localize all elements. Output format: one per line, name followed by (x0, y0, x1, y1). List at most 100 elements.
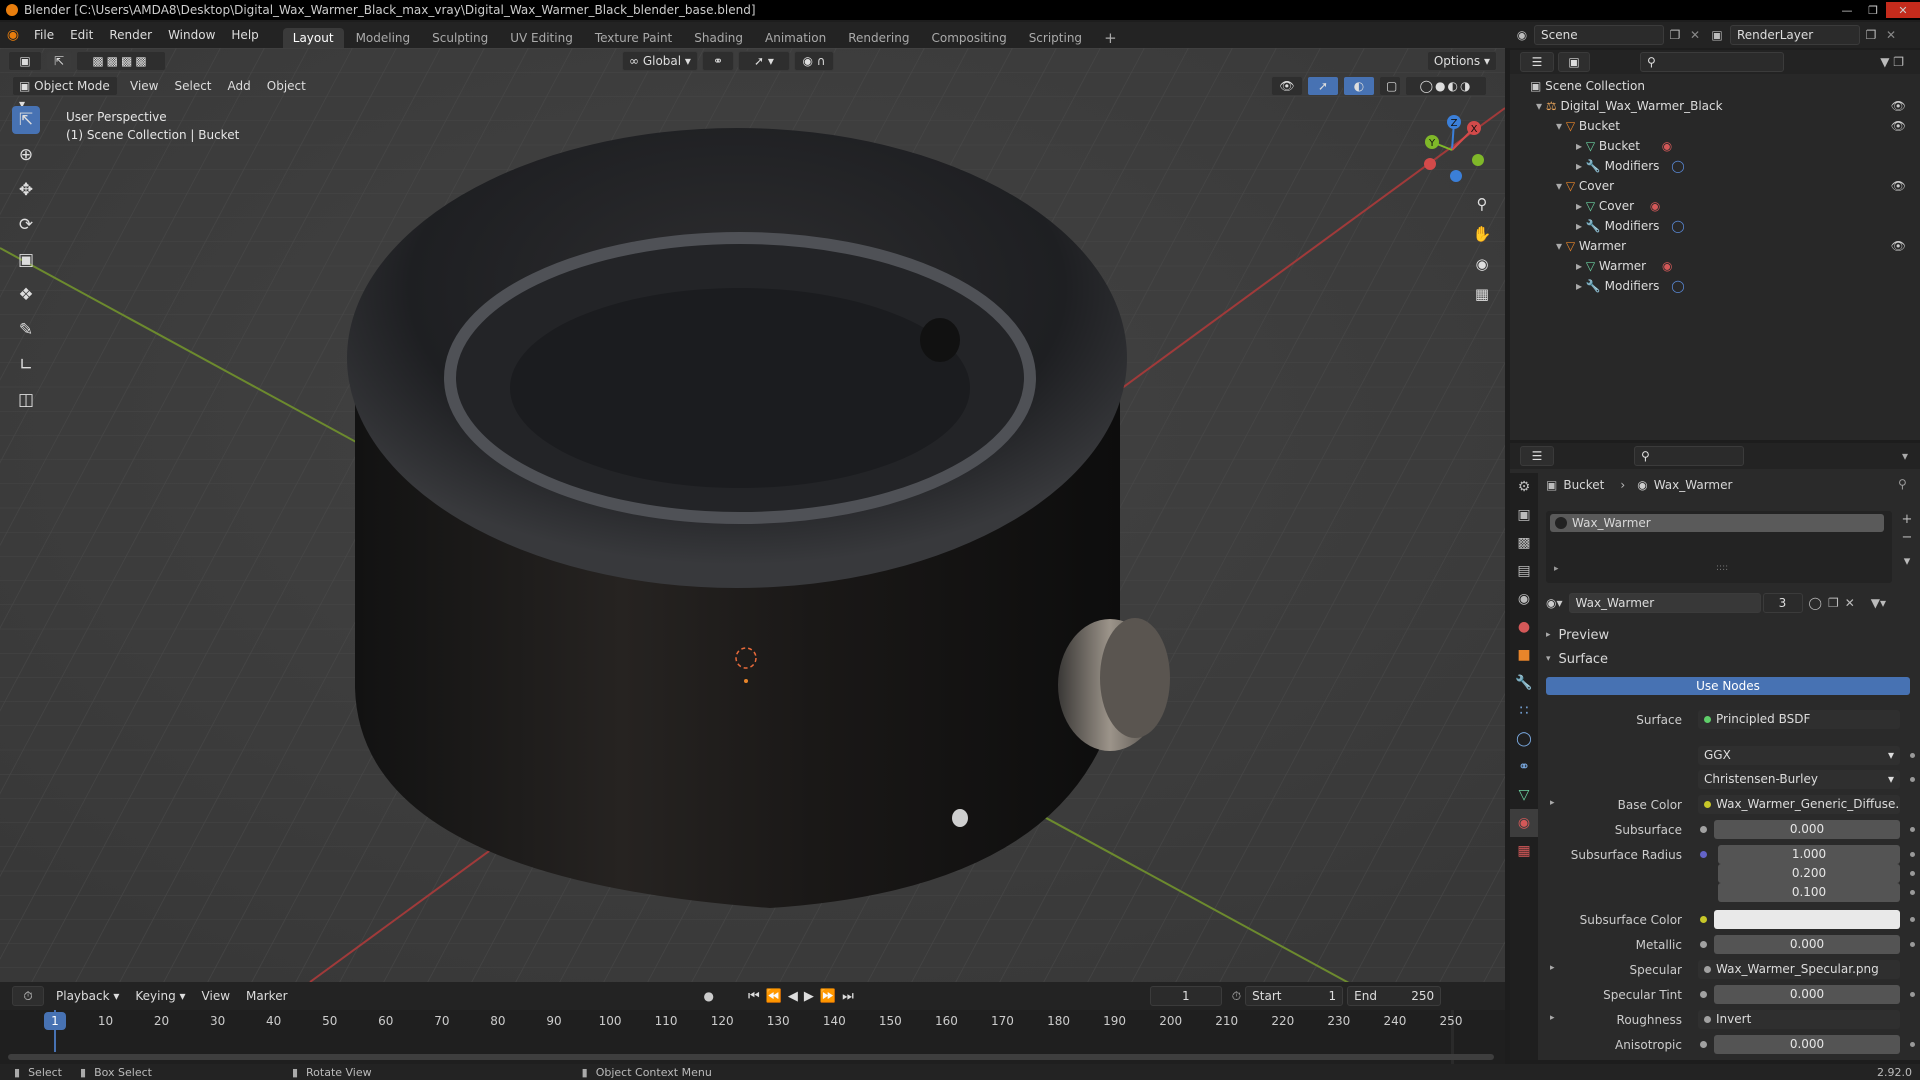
expand-arrow-icon[interactable]: ▾ (1556, 119, 1562, 133)
tab-modeling[interactable]: Modeling (346, 28, 421, 48)
playback-controls[interactable]: ⏮⏪◀▶⏩⏭ (748, 989, 860, 1004)
fake-user-icon[interactable]: ◯ (1809, 596, 1822, 610)
delete-layer-icon[interactable]: ✕ (1882, 28, 1900, 42)
eye-icon[interactable]: 👁 (1891, 176, 1906, 196)
zoom-icon[interactable]: ⚲ (1468, 190, 1496, 218)
transform-orientation-dropdown[interactable]: ∞ Global ▾ (622, 51, 698, 71)
outliner-root-row[interactable]: ▣ Scene Collection (1510, 76, 1920, 96)
metallic-field[interactable]: 0.000 (1714, 935, 1900, 954)
minimize-button[interactable]: — (1834, 2, 1860, 18)
unlink-material-icon[interactable]: ✕ (1845, 596, 1855, 610)
outliner-row[interactable]: ▾ ▽ Bucket 👁 (1510, 116, 1920, 136)
outliner-row[interactable]: ▸ 🔧 Modifiers ◯ (1510, 216, 1920, 236)
display-mode-icon[interactable]: ▣ (1558, 52, 1590, 72)
object-tab-icon[interactable]: ■ (1510, 641, 1538, 669)
render-tab-icon[interactable]: ▣ (1510, 501, 1538, 529)
eye-icon[interactable]: 👁 (1891, 116, 1906, 136)
move-tool-icon[interactable]: ✥ (12, 176, 40, 204)
keyframe-dot[interactable] (1910, 992, 1915, 997)
tab-rendering[interactable]: Rendering (838, 28, 919, 48)
tab-scripting[interactable]: Scripting (1019, 28, 1092, 48)
options-dropdown[interactable]: Options ▾ (1426, 51, 1497, 71)
subsurface-method-dropdown[interactable]: Christensen-Burley ▾ (1698, 770, 1900, 789)
tab-texture-paint[interactable]: Texture Paint (585, 28, 682, 48)
timeline-menu-keying[interactable]: Keying ▾ (127, 983, 193, 1009)
texture-tab-icon[interactable]: ▦ (1510, 837, 1538, 865)
select-tool-icon[interactable]: ⇱ (46, 51, 72, 71)
subsurface-radius-x-field[interactable]: 1.000 (1718, 845, 1900, 864)
pin-icon[interactable]: ⚲ (1898, 477, 1907, 491)
expand-arrow-icon[interactable]: ▾ (1556, 179, 1562, 193)
navigation-gizmo[interactable]: Z X Y (1412, 110, 1492, 190)
collapsed-arrow-icon[interactable]: ▸ (1576, 259, 1582, 273)
surface-panel-header[interactable]: ▾ Surface (1546, 649, 1608, 669)
material-tab-icon[interactable]: ◉ (1510, 809, 1538, 837)
collapsed-arrow-icon[interactable]: ▸ (1576, 219, 1582, 233)
scale-tool-icon[interactable]: ▣ (12, 246, 40, 274)
start-frame-field[interactable]: Start 1 (1245, 986, 1344, 1006)
current-frame-field[interactable]: 1 (1149, 986, 1222, 1006)
add-workspace-button[interactable]: + (1094, 28, 1127, 48)
snap-icon[interactable]: ➚ ▾ (738, 51, 790, 71)
outliner-row[interactable]: ▾ ▽ Warmer 👁 (1510, 236, 1920, 256)
transform-tool-icon[interactable]: ❖ (12, 281, 40, 309)
select-box-tool-icon[interactable]: ⇱ (12, 106, 40, 134)
surface-shader-field[interactable]: Principled BSDF (1698, 710, 1900, 729)
close-window-button[interactable]: ✕ (1886, 2, 1920, 18)
constraints-tab-icon[interactable]: ⚭ (1510, 753, 1538, 781)
keyframe-dot[interactable] (1910, 890, 1915, 895)
new-scene-icon[interactable]: ❐ (1664, 28, 1686, 42)
rotate-tool-icon[interactable]: ⟳ (12, 211, 40, 239)
eye-icon[interactable]: 👁 (1891, 236, 1906, 256)
physics-tab-icon[interactable]: ◯ (1510, 725, 1538, 753)
properties-editor-type-icon[interactable]: ☰ (1520, 446, 1554, 466)
record-keyframe-icon[interactable]: ● (704, 989, 714, 1003)
timeline-scrollbar[interactable] (8, 1054, 1494, 1060)
ortho-toggle-icon[interactable]: ▦ (1468, 280, 1496, 308)
tab-sculpting[interactable]: Sculpting (422, 28, 498, 48)
tab-shading[interactable]: Shading (684, 28, 753, 48)
outliner-row[interactable]: ▸ ▽ Cover ◉ (1510, 196, 1920, 216)
end-frame-field[interactable]: End 250 (1347, 986, 1442, 1006)
scene-tab-icon[interactable]: ◉ (1510, 585, 1538, 613)
mode-dropdown[interactable]: ▣ Object Mode ▾ (12, 76, 118, 111)
shading-mode-icons[interactable]: ◯●◐◑ (1405, 76, 1487, 96)
duplicate-material-icon[interactable]: ❐ (1828, 596, 1839, 610)
outliner-row[interactable]: ▸ ▽ Bucket ◉ (1510, 136, 1920, 156)
viewport-menu-select[interactable]: Select (166, 73, 219, 99)
viewport-menu-view[interactable]: View (122, 73, 166, 99)
anisotropic-field[interactable]: 0.000 (1714, 1035, 1900, 1054)
node-tree-icon[interactable]: ▼▾ (1871, 596, 1886, 610)
collapsed-arrow-icon[interactable]: ▸ (1550, 1013, 1555, 1023)
overlay-toggle-icon[interactable]: ◐ (1343, 76, 1375, 96)
slot-menu-icon[interactable]: ▾ (1898, 553, 1916, 571)
timeline-menu-playback[interactable]: Playback ▾ (48, 983, 127, 1009)
outliner-row[interactable]: ▾ ▽ Cover 👁 (1510, 176, 1920, 196)
properties-options-icon[interactable]: ▾ (1902, 449, 1908, 463)
restore-button[interactable]: ❐ (1860, 2, 1886, 18)
tab-uv-editing[interactable]: UV Editing (500, 28, 583, 48)
outliner-row[interactable]: ▸ 🔧 Modifiers ◯ (1510, 156, 1920, 176)
eye-icon[interactable]: 👁 (1891, 96, 1906, 116)
keyframe-dot[interactable] (1910, 942, 1915, 947)
visibility-icon[interactable]: 👁 (1271, 76, 1303, 96)
world-tab-icon[interactable]: ● (1510, 613, 1538, 641)
outliner-row[interactable]: ▸ ▽ Warmer ◉ (1510, 256, 1920, 276)
menu-help[interactable]: Help (223, 22, 266, 48)
preview-panel-header[interactable]: ▸ Preview (1546, 625, 1609, 645)
tab-layout[interactable]: Layout (282, 28, 344, 48)
xray-icon[interactable]: ▢ (1379, 76, 1401, 96)
timeline-ruler[interactable]: 1 10 20 30 40 50 60 70 80 90 100 110 120 130 140 150 160… (0, 1010, 1505, 1064)
subsurface-radius-z-field[interactable]: 0.100 (1718, 883, 1900, 902)
collapsed-arrow-icon[interactable]: ▸ (1576, 159, 1582, 173)
particles-tab-icon[interactable]: ∷ (1510, 697, 1538, 725)
specular-field[interactable]: Wax_Warmer_Specular.png (1698, 960, 1900, 979)
outliner-editor-type-icon[interactable]: ☰ (1520, 52, 1554, 72)
editor-type-icon[interactable]: ▣ (8, 51, 42, 71)
outliner-filter-icon[interactable]: ▼ ❐ (1880, 55, 1904, 69)
add-slot-button[interactable]: + (1898, 511, 1916, 529)
keyframe-dot[interactable] (1910, 827, 1915, 832)
collapsed-arrow-icon[interactable]: ▸ (1550, 963, 1555, 973)
collapsed-arrow-icon[interactable]: ▸ (1576, 279, 1582, 293)
delete-scene-icon[interactable]: ✕ (1686, 28, 1704, 42)
